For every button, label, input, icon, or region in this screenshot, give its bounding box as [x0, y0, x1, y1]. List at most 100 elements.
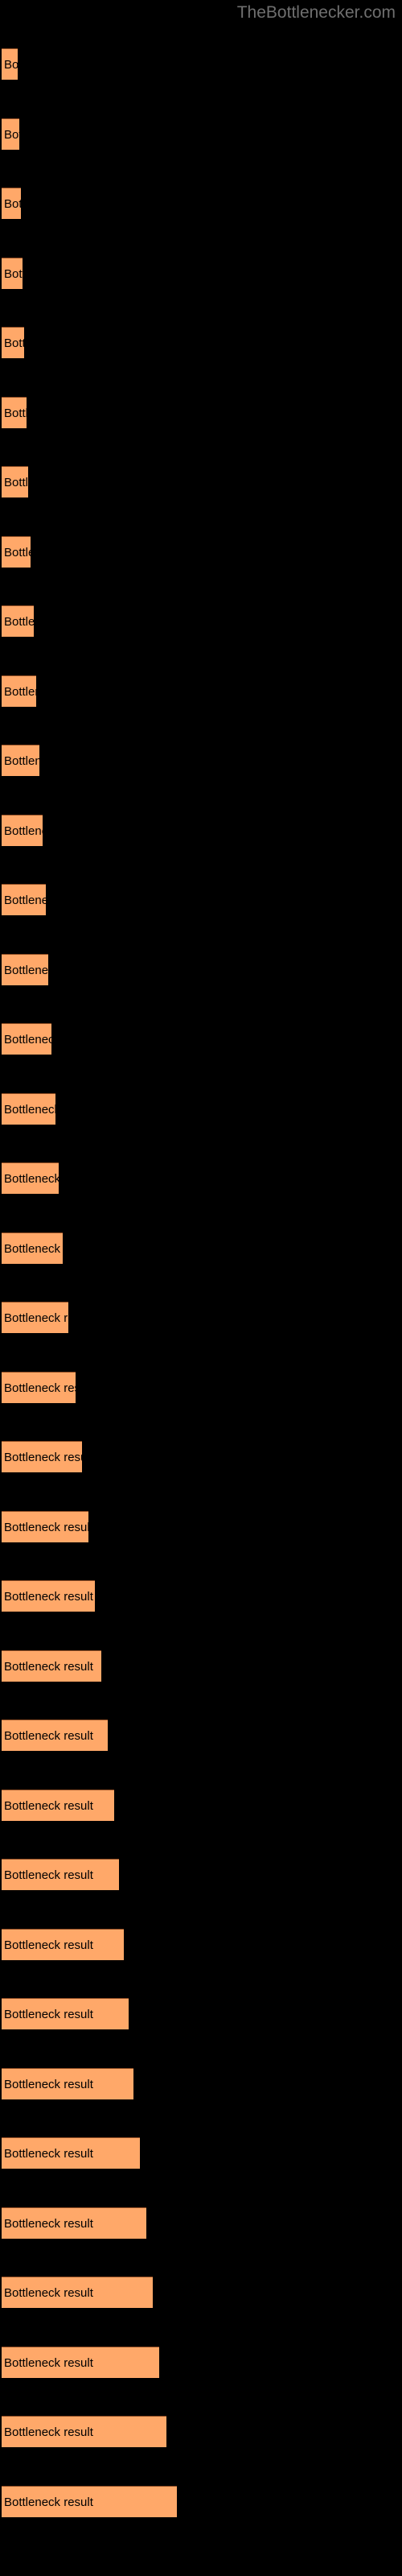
bar[interactable]: Bottleneck result: [2, 258, 23, 289]
bar[interactable]: Bottleneck result: [2, 327, 24, 358]
bar-row: Bottleneck result: [0, 2207, 402, 2239]
bar[interactable]: Bottleneck result: [2, 1093, 55, 1125]
bar-label: Bottleneck result: [4, 1103, 55, 1117]
bar[interactable]: Bottleneck result: [2, 745, 39, 776]
bar-label: Bottleneck result: [4, 1242, 63, 1256]
bar-label: Bottleneck result: [4, 1799, 93, 1813]
bar[interactable]: Bottleneck result: [2, 1790, 114, 1821]
bottleneck-chart: TheBottlenecker.com Bottleneck resultBot…: [0, 0, 402, 2576]
bar[interactable]: Bottleneck result: [2, 605, 34, 637]
bar-row: Bottleneck result: [0, 1998, 402, 2029]
bar-row: Bottleneck result: [0, 188, 402, 219]
bar[interactable]: Bottleneck result: [2, 675, 36, 707]
bar[interactable]: Bottleneck result: [2, 2416, 166, 2447]
bar[interactable]: Bottleneck result: [2, 1998, 129, 2029]
bar-row: Bottleneck result: [0, 1302, 402, 1333]
bar[interactable]: Bottleneck result: [2, 954, 48, 985]
bar[interactable]: Bottleneck result: [2, 2207, 146, 2239]
bar-row: Bottleneck result: [0, 1719, 402, 1751]
bar-label: Bottleneck result: [4, 754, 39, 768]
bar-label: Bottleneck result: [4, 2425, 93, 2439]
bar-row: Bottleneck result: [0, 536, 402, 568]
bar[interactable]: Bottleneck result: [2, 536, 31, 568]
bar-row: Bottleneck result: [0, 397, 402, 428]
bar[interactable]: Bottleneck result: [2, 118, 19, 150]
bar-label: Bottleneck result: [4, 1451, 82, 1464]
bar[interactable]: Bottleneck result: [2, 188, 21, 219]
bar[interactable]: Bottleneck result: [2, 1232, 63, 1264]
bar-label: Bottleneck result: [4, 964, 48, 977]
bar[interactable]: Bottleneck result: [2, 2277, 153, 2308]
bar-label: Bottleneck result: [4, 1172, 59, 1186]
bar-label: Bottleneck result: [4, 2286, 93, 2300]
bar-label: Bottleneck result: [4, 2078, 93, 2091]
bar[interactable]: Bottleneck result: [2, 1372, 76, 1403]
bar-label: Bottleneck result: [4, 1521, 88, 1534]
bar-label: Bottleneck result: [4, 2496, 93, 2509]
bar-row: Bottleneck result: [0, 2277, 402, 2308]
bar-label: Bottleneck result: [4, 1868, 93, 1882]
bar-label: Bottleneck result: [4, 2217, 93, 2231]
bar-row: Bottleneck result: [0, 1372, 402, 1403]
bar[interactable]: Bottleneck result: [2, 2347, 159, 2378]
bar[interactable]: Bottleneck result: [2, 466, 28, 497]
bar-row: Bottleneck result: [0, 1023, 402, 1055]
bar-row: Bottleneck result: [0, 1441, 402, 1472]
bar-label: Bottleneck result: [4, 2147, 93, 2161]
bar-row: Bottleneck result: [0, 605, 402, 637]
bar-row: Bottleneck result: [0, 1511, 402, 1542]
bar[interactable]: Bottleneck result: [2, 2486, 177, 2517]
bar-row: Bottleneck result: [0, 815, 402, 846]
bar-row: Bottleneck result: [0, 2347, 402, 2378]
bar-row: Bottleneck result: [0, 2137, 402, 2169]
bar-row: Bottleneck result: [0, 884, 402, 915]
bar-label: Bottleneck result: [4, 1590, 93, 1604]
bar-label: Bottleneck result: [4, 685, 36, 699]
bar-series: Bottleneck result Bottleneck result Bottle…: [0, 0, 402, 2576]
bar-row: Bottleneck result: [0, 954, 402, 985]
bar[interactable]: Bottleneck result: [2, 1719, 108, 1751]
bar[interactable]: Bottleneck result: [2, 884, 46, 915]
bar-label: Bottleneck result: [4, 615, 34, 629]
bar[interactable]: Bottleneck result: [2, 397, 27, 428]
bar-label: Bottleneck result: [4, 1311, 68, 1325]
bar-label: Bottleneck result: [4, 2356, 93, 2370]
bar-row: Bottleneck result: [0, 2416, 402, 2447]
bar-row: Bottleneck result: [0, 2486, 402, 2517]
bar-label: Bottleneck result: [4, 58, 18, 72]
bar-row: Bottleneck result: [0, 48, 402, 80]
bar-label: Bottleneck result: [4, 1381, 76, 1395]
bar-label: Bottleneck result: [4, 197, 21, 211]
bar-label: Bottleneck result: [4, 1729, 93, 1743]
bar[interactable]: Bottleneck result: [2, 48, 18, 80]
bar[interactable]: Bottleneck result: [2, 1441, 82, 1472]
bar-label: Bottleneck result: [4, 476, 28, 489]
bar[interactable]: Bottleneck result: [2, 2068, 133, 2099]
bar[interactable]: Bottleneck result: [2, 1023, 51, 1055]
bar[interactable]: Bottleneck result: [2, 815, 43, 846]
bar-row: Bottleneck result: [0, 1162, 402, 1194]
bar-label: Bottleneck result: [4, 407, 27, 420]
bar-row: Bottleneck result: [0, 466, 402, 497]
bar[interactable]: Bottleneck result: [2, 1929, 124, 1960]
bar[interactable]: Bottleneck result: [2, 1511, 88, 1542]
bar-row: Bottleneck result: [0, 327, 402, 358]
bar-row: Bottleneck result: [0, 1790, 402, 1821]
bar[interactable]: Bottleneck result: [2, 1162, 59, 1194]
bar-row: Bottleneck result: [0, 1232, 402, 1264]
bar-label: Bottleneck result: [4, 128, 19, 142]
bar-label: Bottleneck result: [4, 1033, 51, 1046]
bar-row: Bottleneck result: [0, 1929, 402, 1960]
bar[interactable]: Bottleneck result: [2, 1859, 119, 1890]
bar-row: Bottleneck result: [0, 1650, 402, 1682]
bar-row: Bottleneck result: [0, 675, 402, 707]
bar-row: Bottleneck result: [0, 1859, 402, 1890]
bar-label: Bottleneck result: [4, 2008, 93, 2021]
bar[interactable]: Bottleneck result: [2, 1580, 95, 1612]
bar[interactable]: Bottleneck result: [2, 1302, 68, 1333]
bar[interactable]: Bottleneck result: [2, 1650, 101, 1682]
bar-row: Bottleneck result: [0, 745, 402, 776]
bar-row: Bottleneck result: [0, 1580, 402, 1612]
bar[interactable]: Bottleneck result: [2, 2137, 140, 2169]
bar-label: Bottleneck result: [4, 546, 31, 559]
